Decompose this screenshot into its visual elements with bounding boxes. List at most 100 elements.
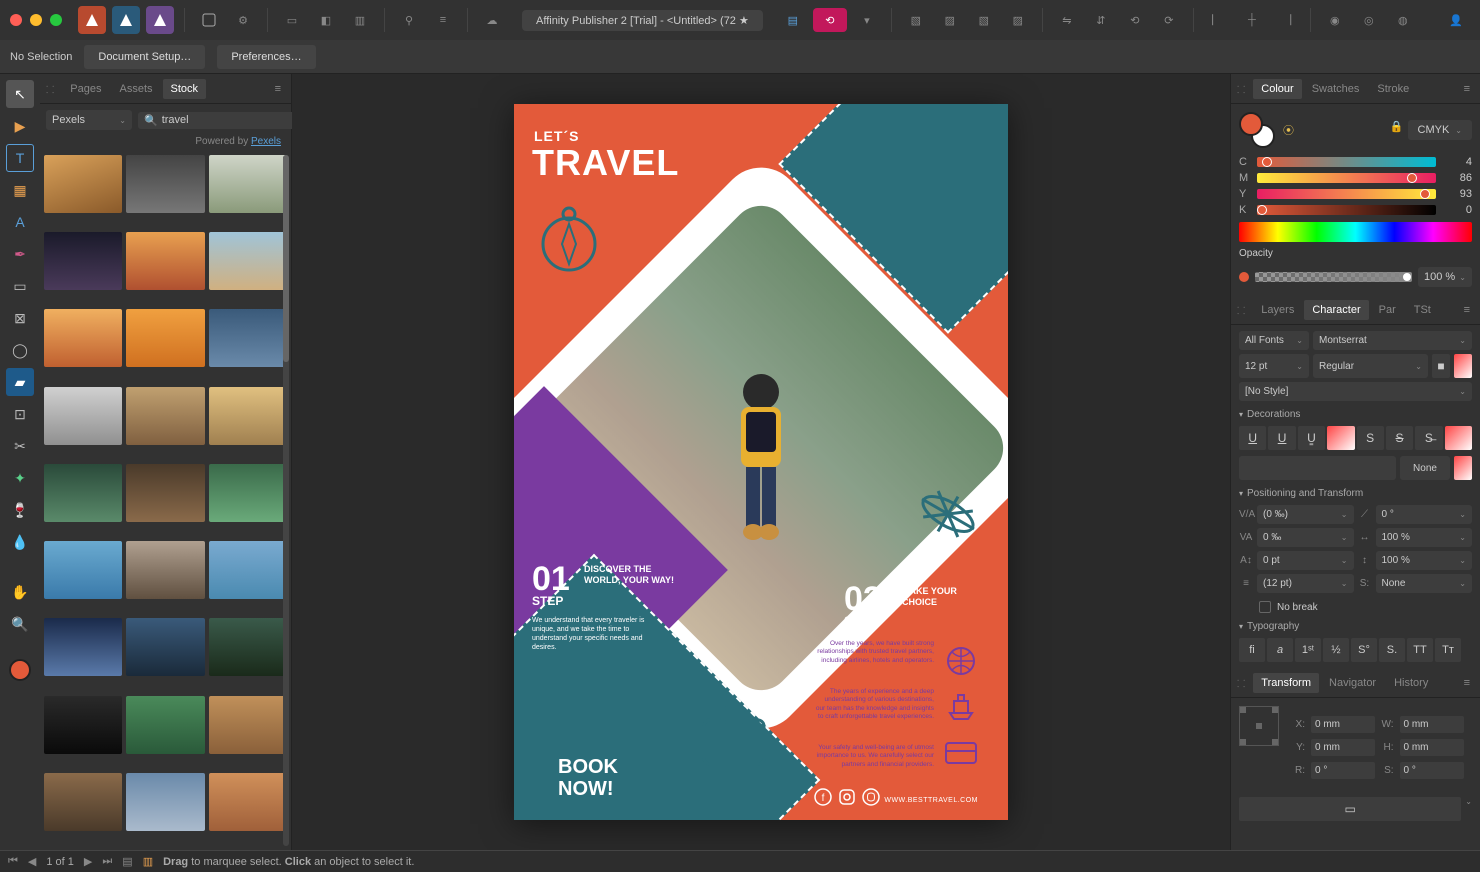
- tab-navigator[interactable]: Navigator: [1321, 673, 1384, 693]
- document-page[interactable]: f LET´S TRAVEL 01 STEP DISCOVER THE WORL…: [514, 104, 1008, 820]
- double-strike-btn[interactable]: S̶: [1415, 426, 1442, 450]
- transform-r[interactable]: 0 °: [1311, 762, 1375, 779]
- fill-swatch[interactable]: [6, 656, 34, 684]
- font-family-select[interactable]: Montserrat⌄: [1313, 331, 1472, 350]
- transform-h[interactable]: 0 mm: [1400, 739, 1464, 756]
- arrange-forward-icon[interactable]: ▧: [970, 6, 998, 34]
- view-hand-tool[interactable]: ✋: [6, 578, 34, 606]
- shear-input[interactable]: 0 °⌄: [1376, 505, 1473, 524]
- scrollbar[interactable]: [283, 155, 289, 846]
- link-status[interactable]: ⟲: [813, 8, 847, 32]
- tab-history[interactable]: History: [1386, 673, 1436, 693]
- opacity-slider[interactable]: [1255, 272, 1412, 282]
- first-page-btn[interactable]: ⏮: [8, 855, 18, 868]
- stock-thumbnail[interactable]: [44, 232, 122, 290]
- bold-toggle[interactable]: ■: [1432, 354, 1450, 378]
- tab-pages[interactable]: Pages: [62, 79, 109, 99]
- deco-none[interactable]: None: [1400, 456, 1450, 480]
- vscale-input[interactable]: 100 %⌄: [1376, 551, 1473, 570]
- align-to-icon[interactable]: ▭: [1239, 797, 1461, 821]
- strike-btn[interactable]: S: [1357, 426, 1384, 450]
- place-image-tool[interactable]: ▰: [6, 368, 34, 396]
- zoom-window[interactable]: [50, 14, 62, 26]
- stock-thumbnail[interactable]: [126, 696, 204, 754]
- baseline-icon[interactable]: ≡: [429, 6, 457, 34]
- view-mode-1-icon[interactable]: ▭: [278, 6, 306, 34]
- flip-h-icon[interactable]: ⇋: [1053, 6, 1081, 34]
- stock-thumbnail[interactable]: [209, 696, 287, 754]
- gear-icon[interactable]: ⚙: [229, 6, 257, 34]
- tab-paragraph[interactable]: Par: [1371, 300, 1404, 320]
- drag-handle-icon[interactable]: ⸬: [1237, 303, 1245, 317]
- stock-thumbnail[interactable]: [209, 464, 287, 522]
- underline-btn[interactable]: U: [1239, 426, 1266, 450]
- font-size-select[interactable]: 12 pt⌄: [1239, 354, 1309, 378]
- subscript-btn[interactable]: S.: [1379, 638, 1405, 662]
- no-break-checkbox[interactable]: [1259, 601, 1271, 613]
- stock-thumbnail[interactable]: [126, 155, 204, 213]
- fill-stroke-swatches[interactable]: [1239, 112, 1275, 148]
- text-style-select[interactable]: [No Style]⌄: [1239, 382, 1472, 401]
- colour-mode-select[interactable]: CMYK⌄: [1408, 120, 1472, 140]
- stock-thumbnail[interactable]: [209, 387, 287, 445]
- colour-slider[interactable]: [1257, 157, 1436, 167]
- view-mode-2-icon[interactable]: ◧: [312, 6, 340, 34]
- eyedropper-icon[interactable]: ⦿: [1283, 122, 1294, 138]
- decorations-section[interactable]: Decorations: [1239, 409, 1472, 420]
- no-strike-btn[interactable]: [1445, 426, 1472, 450]
- stock-thumbnail[interactable]: [126, 541, 204, 599]
- stock-thumbnail[interactable]: [209, 309, 287, 367]
- fill-tool[interactable]: ✦: [6, 464, 34, 492]
- colour-picker-tool[interactable]: 💧: [6, 528, 34, 556]
- bool-add-icon[interactable]: ◉: [1321, 6, 1349, 34]
- document-setup-button[interactable]: Document Setup…: [84, 45, 205, 69]
- rotate-ccw-icon[interactable]: ⟲: [1121, 6, 1149, 34]
- stock-thumbnail[interactable]: [44, 541, 122, 599]
- allcaps-btn[interactable]: TT: [1407, 638, 1433, 662]
- stock-thumbnail[interactable]: [126, 773, 204, 831]
- tab-colour[interactable]: Colour: [1253, 79, 1301, 99]
- align-center-icon[interactable]: ┼: [1238, 6, 1266, 34]
- strike2-btn[interactable]: S: [1386, 426, 1413, 450]
- double-underline-btn[interactable]: U̳: [1298, 426, 1325, 450]
- font-weight-select[interactable]: Regular⌄: [1313, 354, 1428, 378]
- tab-stroke[interactable]: Stroke: [1369, 79, 1417, 99]
- minimize-window[interactable]: [30, 14, 42, 26]
- last-page-btn[interactable]: ⏭: [102, 855, 112, 868]
- persona-photo[interactable]: [146, 6, 174, 34]
- tab-layers[interactable]: Layers: [1253, 300, 1302, 320]
- chevron-down-icon[interactable]: ⌄: [1465, 797, 1472, 821]
- deco-clear[interactable]: [1454, 456, 1472, 480]
- panel-menu-icon[interactable]: ≡: [1460, 304, 1474, 316]
- bool-intersect-icon[interactable]: ◍: [1389, 6, 1417, 34]
- stock-thumbnail[interactable]: [126, 387, 204, 445]
- arrange-backward-icon[interactable]: ▨: [936, 6, 964, 34]
- stock-search-input[interactable]: [162, 114, 304, 126]
- rectangle-tool[interactable]: ▭: [6, 272, 34, 300]
- stock-thumbnail[interactable]: [126, 232, 204, 290]
- flip-v-icon[interactable]: ⇵: [1087, 6, 1115, 34]
- stock-thumbnail[interactable]: [209, 232, 287, 290]
- text-frame-icon[interactable]: ▤: [779, 6, 807, 34]
- opacity-value[interactable]: 100 %⌄: [1418, 267, 1472, 287]
- anchor-widget[interactable]: [1239, 706, 1279, 746]
- underline2-btn[interactable]: U: [1268, 426, 1295, 450]
- canvas[interactable]: f LET´S TRAVEL 01 STEP DISCOVER THE WORL…: [292, 74, 1230, 850]
- stock-thumbnail[interactable]: [209, 773, 287, 831]
- tab-assets[interactable]: Assets: [112, 79, 161, 99]
- rotate-cw-icon[interactable]: ⟳: [1155, 6, 1183, 34]
- crop-tool[interactable]: ✂: [6, 432, 34, 460]
- picture-frame-tool[interactable]: ⊠: [6, 304, 34, 332]
- hscale-input[interactable]: 100 %⌄: [1376, 528, 1473, 547]
- view-mode-3-icon[interactable]: ▥: [346, 6, 374, 34]
- pen-tool[interactable]: ✒: [6, 240, 34, 268]
- preferences-button[interactable]: Preferences…: [217, 45, 315, 69]
- pexels-link[interactable]: Pexels: [251, 136, 281, 147]
- zoom-tool[interactable]: 🔍: [6, 610, 34, 638]
- artistic-text-tool[interactable]: A: [6, 208, 34, 236]
- discretionary-btn[interactable]: a: [1267, 638, 1293, 662]
- colour-slider[interactable]: [1257, 189, 1436, 199]
- panel-menu-icon[interactable]: ≡: [1460, 677, 1474, 689]
- stock-thumbnail[interactable]: [44, 696, 122, 754]
- colour-slider[interactable]: [1257, 173, 1436, 183]
